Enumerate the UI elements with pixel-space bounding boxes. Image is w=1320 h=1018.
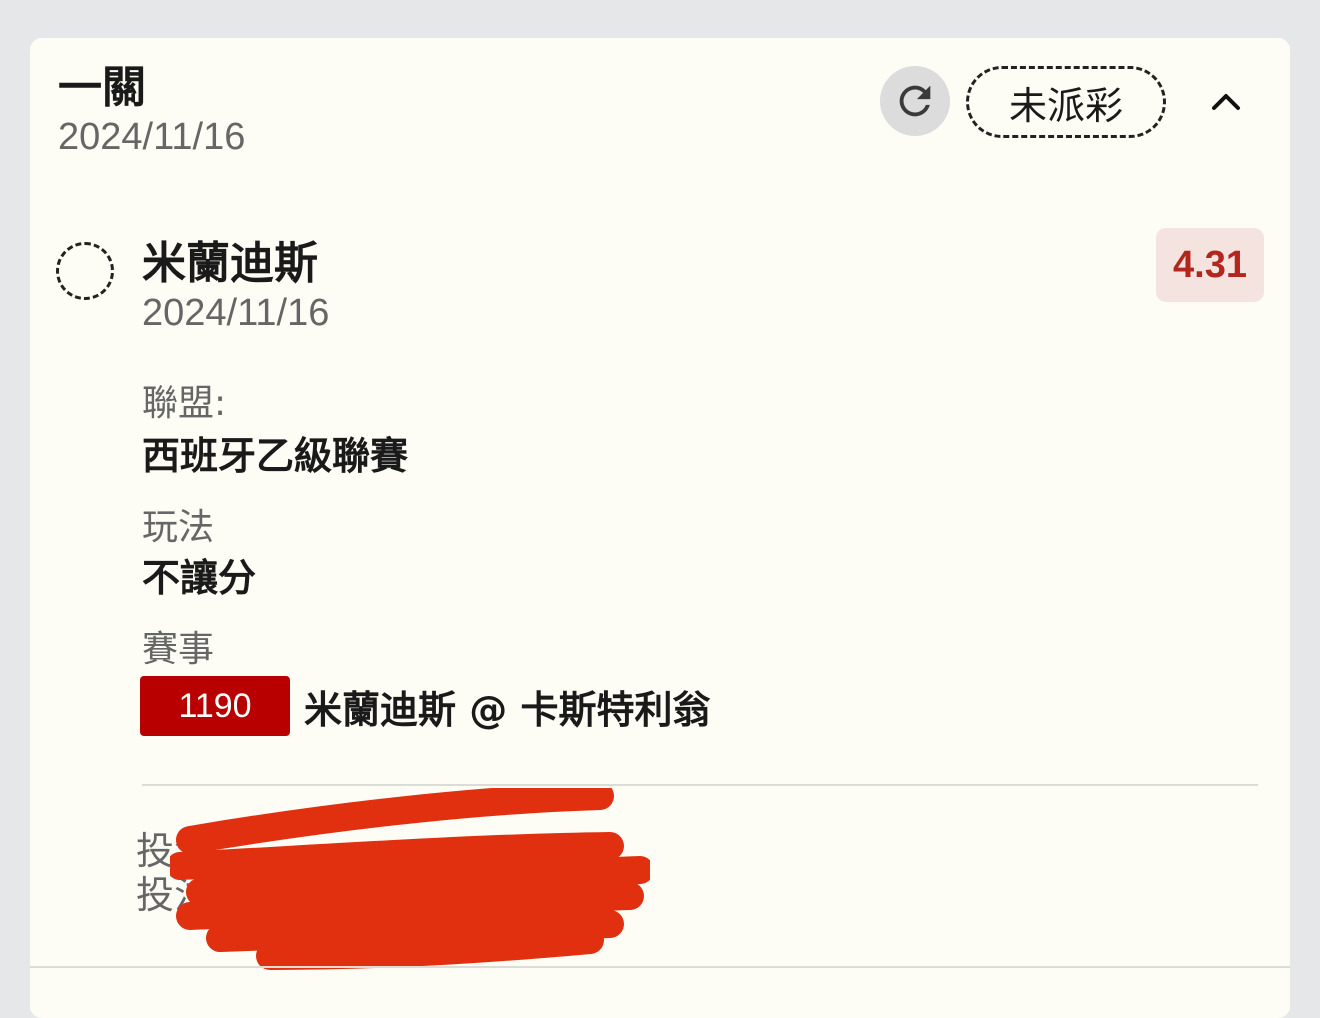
bet-date: 2024/11/16	[58, 116, 246, 158]
refresh-button[interactable]	[880, 66, 950, 136]
collapse-button[interactable]	[1206, 84, 1246, 118]
bet-type-label: 玩法	[142, 507, 215, 548]
selection-radio[interactable]	[56, 242, 114, 300]
status-badge: 未派彩	[966, 66, 1166, 138]
bet-title: 一關	[58, 62, 146, 113]
selection-name: 米蘭迪斯	[142, 238, 318, 289]
bet-card: 一關 2024/11/16 未派彩 米蘭迪斯 2024/11/16 4.31 聯…	[30, 38, 1290, 1018]
league-value: 西班牙乙級聯賽	[142, 434, 409, 478]
bet-type-value: 不讓分	[142, 556, 257, 600]
match-row: 1190 米蘭迪斯 @ 卡斯特利翁	[140, 676, 710, 736]
match-id-badge: 1190	[140, 676, 290, 736]
chevron-up-icon	[1212, 94, 1240, 110]
redaction-scribble	[170, 788, 650, 970]
selection-date: 2024/11/16	[142, 292, 330, 334]
odds-badge: 4.31	[1156, 228, 1264, 302]
divider	[142, 784, 1258, 786]
card-bottom-divider	[30, 966, 1290, 968]
league-label: 聯盟:	[142, 383, 227, 424]
refresh-icon	[899, 85, 931, 117]
match-name: 米蘭迪斯 @ 卡斯特利翁	[304, 687, 711, 732]
match-label: 賽事	[142, 629, 215, 670]
